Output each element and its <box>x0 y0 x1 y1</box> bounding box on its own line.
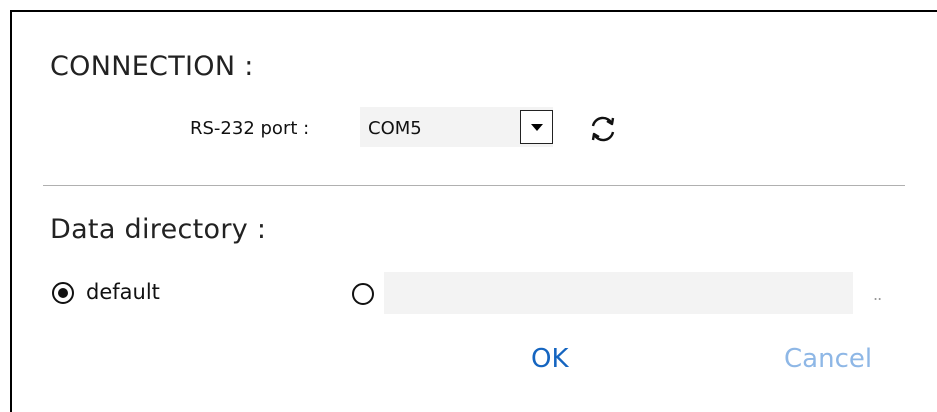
data-directory-title: Data directory : <box>50 214 267 245</box>
rs232-port-select[interactable]: COM5 <box>360 107 553 147</box>
rs232-port-label: RS-232 port : <box>190 118 310 139</box>
section-divider <box>43 185 905 186</box>
refresh-button[interactable] <box>586 112 620 146</box>
ok-button[interactable]: OK <box>531 344 569 374</box>
custom-directory-radio[interactable] <box>352 283 374 305</box>
default-directory-label[interactable]: default <box>86 280 160 304</box>
rs232-port-value: COM5 <box>368 118 422 139</box>
cancel-button[interactable]: Cancel <box>784 344 872 374</box>
browse-button[interactable]: .. <box>873 285 882 304</box>
connection-title: CONNECTION : <box>50 51 254 82</box>
default-directory-radio[interactable] <box>52 282 74 304</box>
radio-selected-dot <box>58 288 68 298</box>
refresh-icon <box>591 116 615 142</box>
dropdown-button[interactable] <box>520 110 553 144</box>
chevron-down-icon <box>531 124 543 131</box>
custom-directory-input[interactable] <box>384 272 853 314</box>
